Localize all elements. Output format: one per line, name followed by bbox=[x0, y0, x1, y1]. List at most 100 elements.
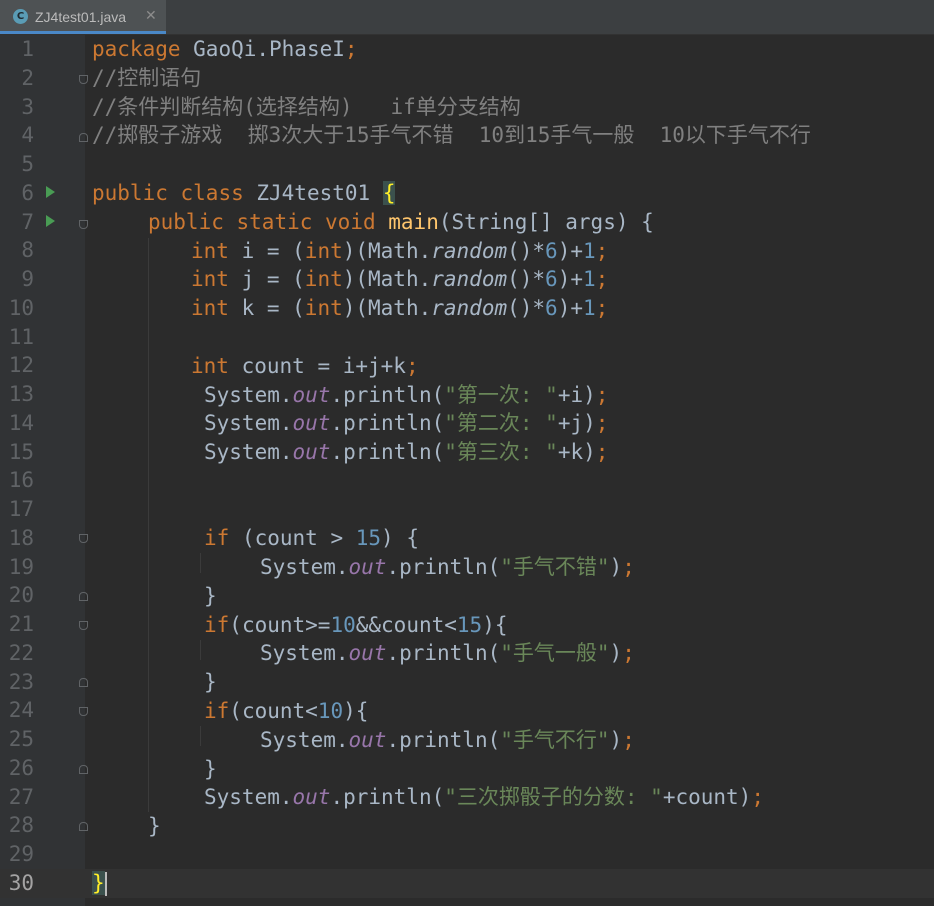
number: 15 bbox=[355, 526, 382, 550]
code-text: System. bbox=[260, 641, 349, 665]
string-literal: "手气不错" bbox=[500, 555, 610, 579]
static-field: out bbox=[348, 555, 387, 579]
line-number: 19 bbox=[8, 554, 34, 579]
fold-close-icon[interactable] bbox=[79, 822, 88, 831]
code-text: .println( bbox=[386, 555, 501, 579]
semicolon: ; bbox=[344, 37, 358, 61]
number: 1 bbox=[583, 239, 596, 263]
code-line-21: if(count>=10&&count<15){ bbox=[204, 611, 508, 640]
line-number: 15 bbox=[8, 439, 34, 464]
package-name: GaoQi.PhaseI bbox=[180, 37, 345, 61]
code-text: j = ( bbox=[228, 267, 305, 291]
code-text: ) bbox=[609, 555, 623, 579]
semicolon: ; bbox=[595, 296, 609, 320]
fold-close-icon[interactable] bbox=[79, 592, 88, 601]
line-number: 16 bbox=[8, 468, 34, 493]
code-line-4: //掷骰子游戏 掷3次大于15手气不错 10到15手气一般 10以下手气不行 bbox=[92, 123, 811, 147]
line-number: 2 bbox=[21, 65, 34, 90]
code-text: System. bbox=[204, 383, 293, 407]
fold-open-icon[interactable] bbox=[79, 75, 88, 84]
text-caret bbox=[104, 872, 107, 896]
code-line-13: System.out.println("第一次: "+i); bbox=[204, 381, 608, 410]
indent-guide bbox=[200, 640, 201, 660]
line-number: 22 bbox=[8, 640, 34, 665]
fold-open-icon[interactable] bbox=[79, 220, 88, 229]
fold-open-icon[interactable] bbox=[79, 707, 88, 716]
line-number: 11 bbox=[8, 324, 34, 349]
number: 10 bbox=[317, 699, 344, 723]
code-line-23: } bbox=[204, 670, 217, 694]
code-text: &&count< bbox=[355, 613, 457, 637]
fold-close-icon[interactable] bbox=[79, 678, 88, 687]
code-line-3: //条件判断结构(选择结构) if单分支结构 bbox=[92, 95, 521, 119]
semicolon: ; bbox=[595, 383, 609, 407]
line-number: 9 bbox=[21, 267, 34, 291]
file-tab-label: ZJ4test01.java bbox=[35, 9, 127, 25]
line-number: 25 bbox=[8, 727, 34, 751]
class-name: ZJ4test01 bbox=[243, 181, 383, 205]
line-number: 1 bbox=[21, 37, 34, 61]
number: 6 bbox=[545, 267, 558, 291]
number: 15 bbox=[456, 613, 483, 637]
method-name: main bbox=[388, 210, 439, 234]
line-number: 12 bbox=[8, 353, 34, 378]
code-text: i = ( bbox=[228, 239, 305, 263]
code-text: ) { bbox=[381, 526, 419, 550]
fold-close-icon[interactable] bbox=[79, 133, 88, 142]
semicolon: ; bbox=[622, 641, 635, 665]
code-text: ){ bbox=[482, 613, 508, 637]
file-tab[interactable]: C ZJ4test01.java ✕ bbox=[0, 0, 166, 34]
semicolon: ; bbox=[595, 239, 609, 263]
fold-close-icon[interactable] bbox=[79, 765, 88, 774]
code-text: (count>= bbox=[229, 613, 331, 637]
editor-tab-bar: C ZJ4test01.java ✕ bbox=[0, 0, 934, 35]
code-text: )+ bbox=[557, 267, 583, 291]
semicolon: ; bbox=[595, 267, 609, 291]
indent-guide bbox=[200, 553, 201, 573]
string-literal: "第三次: " bbox=[444, 440, 558, 464]
code-text: ){ bbox=[343, 699, 369, 723]
code-text: )(Math. bbox=[342, 239, 432, 263]
code-line-25: System.out.println("手气不行"); bbox=[260, 726, 635, 755]
code-text: )+ bbox=[557, 296, 583, 320]
line-number: 3 bbox=[21, 94, 34, 119]
static-method: random bbox=[431, 239, 508, 263]
close-tab-icon[interactable]: ✕ bbox=[145, 8, 157, 24]
fold-open-icon[interactable] bbox=[79, 621, 88, 630]
static-method: random bbox=[431, 296, 508, 320]
string-literal: "三次掷骰子的分数: " bbox=[444, 785, 663, 809]
run-class-icon[interactable] bbox=[46, 186, 55, 198]
code-line-8: int i = (int)(Math.random()*6)+1; bbox=[191, 237, 608, 266]
code-text: System. bbox=[204, 785, 293, 809]
keyword: int bbox=[304, 267, 343, 291]
semicolon: ; bbox=[595, 411, 609, 435]
indent-guide bbox=[148, 238, 149, 812]
keyword: if bbox=[204, 699, 230, 723]
code-text: k = ( bbox=[228, 296, 305, 320]
code-text: +count) bbox=[662, 785, 752, 809]
code-line-18: if (count > 15) { bbox=[204, 524, 419, 553]
java-class-icon: C bbox=[13, 9, 28, 24]
line-number: 21 bbox=[8, 612, 34, 636]
code-line-27: System.out.println("三次掷骰子的分数: "+count); bbox=[204, 783, 764, 812]
number: 6 bbox=[545, 296, 558, 320]
keyword: int bbox=[191, 239, 229, 263]
code-line-12: int count = i+j+k; bbox=[191, 352, 419, 381]
code-editor[interactable]: 1 2 3 4 5 6 7 8 9 10 11 12 13 14 15 16 17 18 19 20 21 22 23 24 2… bbox=[0, 35, 934, 906]
line-number: 7 bbox=[21, 209, 34, 234]
code-text: System. bbox=[204, 411, 293, 435]
semicolon: ; bbox=[405, 354, 419, 378]
code-text: .println( bbox=[330, 383, 445, 407]
number: 1 bbox=[583, 267, 596, 291]
code-text: (count< bbox=[229, 699, 318, 723]
keyword: int bbox=[191, 296, 229, 320]
keyword: if bbox=[204, 526, 230, 550]
code-line-24: if(count<10){ bbox=[204, 697, 368, 726]
run-main-icon[interactable] bbox=[46, 215, 55, 227]
fold-open-icon[interactable] bbox=[79, 534, 88, 543]
string-literal: "第一次: " bbox=[444, 383, 558, 407]
number: 10 bbox=[330, 613, 356, 637]
